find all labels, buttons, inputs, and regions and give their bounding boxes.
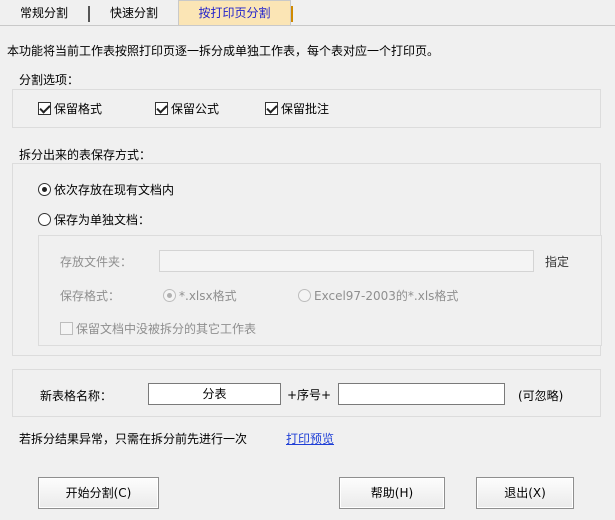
folder-label: 存放文件夹： bbox=[60, 255, 133, 269]
radio-dot[interactable] bbox=[163, 289, 176, 302]
radio-dot[interactable] bbox=[298, 289, 311, 302]
radio-format-xlsx[interactable]: *.xlsx格式 bbox=[163, 287, 237, 304]
keep-comment-label: 保留批注 bbox=[281, 102, 330, 116]
tab-separator bbox=[291, 6, 293, 22]
radio-save-existing-label: 依次存放在现有文档内 bbox=[54, 183, 175, 197]
print-preview-link[interactable]: 打印预览 bbox=[286, 430, 334, 447]
keep-formula-checkbox[interactable]: 保留公式 bbox=[155, 100, 219, 117]
radio-dot[interactable] bbox=[38, 213, 51, 226]
optional-note: (可忽略) bbox=[518, 389, 564, 403]
help-button[interactable]: 帮助(H) bbox=[339, 477, 445, 509]
keep-other-sheets-label: 保留文档中没被拆分的其它工作表 bbox=[76, 322, 257, 336]
keep-formula-label: 保留公式 bbox=[171, 102, 220, 116]
save-section-title: 拆分出来的表保存方式： bbox=[19, 148, 152, 162]
folder-input[interactable] bbox=[159, 250, 534, 272]
checkbox-box[interactable] bbox=[38, 102, 51, 115]
radio-save-existing[interactable]: 依次存放在现有文档内 bbox=[38, 181, 174, 198]
start-split-button[interactable]: 开始分割(C) bbox=[38, 477, 159, 509]
specify-folder-link[interactable]: 指定 bbox=[545, 253, 569, 270]
tab-quick-split[interactable]: 快速分割 bbox=[96, 3, 172, 25]
tab-separator bbox=[88, 6, 90, 22]
checkbox-box[interactable] bbox=[265, 102, 278, 115]
radio-format-xls[interactable]: Excel97-2003的*.xls格式 bbox=[298, 287, 458, 304]
tab-print-page-split[interactable]: 按打印页分割 bbox=[178, 0, 291, 26]
footer-note-text: 若拆分结果异常，只需在拆分前先进行一次 bbox=[19, 432, 248, 446]
radio-save-separate-label: 保存为单独文档： bbox=[54, 213, 151, 227]
options-section-title: 分割选项： bbox=[19, 73, 80, 87]
checkbox-box[interactable] bbox=[60, 322, 73, 335]
tab-bar: 常规分割 快速分割 按打印页分割 bbox=[0, 0, 615, 26]
radio-format-xls-label: Excel97-2003的*.xls格式 bbox=[314, 289, 459, 303]
keep-format-label: 保留格式 bbox=[54, 102, 103, 116]
new-sheet-name-label: 新表格名称： bbox=[40, 389, 113, 403]
exit-button[interactable]: 退出(X) bbox=[476, 477, 574, 509]
description-text: 本功能将当前工作表按照打印页逐一拆分成单独工作表，每个表对应一个打印页。 bbox=[7, 44, 440, 58]
keep-comment-checkbox[interactable]: 保留批注 bbox=[265, 100, 329, 117]
sheet-name-input[interactable]: 分表 bbox=[148, 383, 281, 405]
radio-dot[interactable] bbox=[38, 183, 51, 196]
radio-format-xlsx-label: *.xlsx格式 bbox=[179, 289, 237, 303]
radio-save-separate[interactable]: 保存为单独文档： bbox=[38, 211, 150, 228]
checkbox-box[interactable] bbox=[155, 102, 168, 115]
keep-other-sheets-checkbox[interactable]: 保留文档中没被拆分的其它工作表 bbox=[60, 320, 256, 337]
tab-regular-split[interactable]: 常规分割 bbox=[6, 3, 82, 25]
keep-format-checkbox[interactable]: 保留格式 bbox=[38, 100, 102, 117]
format-label: 保存格式： bbox=[60, 289, 121, 303]
tab-underline bbox=[0, 25, 615, 26]
sheet-suffix-input[interactable] bbox=[338, 383, 505, 405]
plus-sequence-text: +序号+ bbox=[287, 388, 332, 402]
